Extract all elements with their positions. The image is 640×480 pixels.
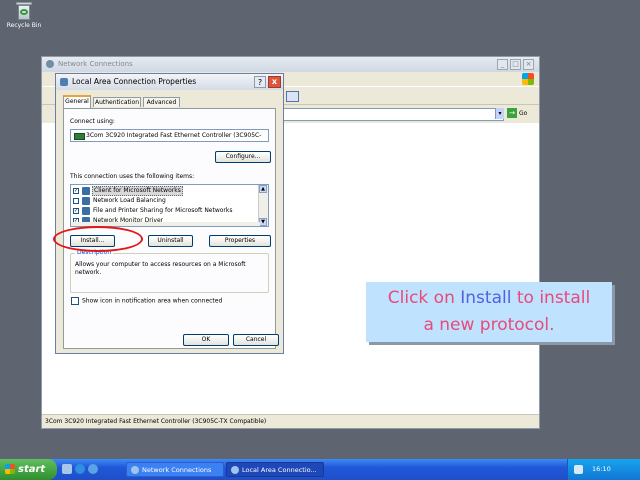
task-label: Local Area Connectio... — [242, 466, 317, 474]
connection-icon — [60, 78, 68, 86]
network-card-icon — [74, 133, 85, 140]
windows-logo-icon — [5, 464, 15, 474]
start-button[interactable]: start — [0, 459, 57, 480]
show-icon-checkbox[interactable] — [71, 297, 79, 305]
maximize-button[interactable]: □ — [510, 59, 521, 70]
uninstall-button[interactable]: Uninstall — [148, 235, 193, 247]
scroll-up-icon[interactable]: ▲ — [259, 185, 267, 193]
service-icon — [82, 197, 90, 205]
address-dropdown-icon[interactable]: ▾ — [495, 108, 504, 119]
components-list: ✓ Client for Microsoft Networks Network … — [70, 184, 269, 227]
callout-prefix: Click on — [387, 288, 461, 308]
install-highlight-ellipse — [53, 226, 143, 252]
description-text: Allows your computer to access resources… — [75, 261, 246, 276]
dialog-close-button[interactable]: x — [268, 76, 281, 88]
network-window-titlebar[interactable]: Network Connections _ □ × — [42, 57, 539, 72]
clock: 16:10 — [592, 465, 611, 473]
recycle-bin-label: Recycle Bin — [6, 22, 42, 29]
item-label: File and Printer Sharing for Microsoft N… — [93, 207, 233, 214]
taskbar: start Network Connections Local Area Con… — [0, 459, 640, 480]
address-input[interactable] — [277, 108, 504, 121]
configure-button[interactable]: Configure... — [215, 151, 271, 163]
network-window-title: Network Connections — [58, 60, 133, 68]
tab-authentication[interactable]: Authentication — [93, 97, 141, 107]
recycle-bin-icon — [16, 2, 32, 20]
client-icon — [82, 187, 90, 195]
scroll-down-icon[interactable]: ▼ — [259, 218, 267, 226]
dialog-title: Local Area Connection Properties — [72, 77, 197, 86]
item-checkbox[interactable] — [73, 198, 79, 204]
properties-button[interactable]: Properties — [209, 235, 271, 247]
callout-suffix: to install — [511, 288, 591, 308]
dialog-titlebar[interactable]: Local Area Connection Properties ? x — [56, 74, 283, 90]
go-arrow-icon: → — [507, 108, 517, 118]
internet-explorer-icon[interactable] — [75, 464, 85, 474]
start-label: start — [18, 464, 46, 475]
help-button[interactable]: ? — [254, 76, 266, 88]
connect-using-label: Connect using: — [70, 118, 115, 125]
media-player-icon[interactable] — [88, 464, 98, 474]
task-local-area-connection[interactable]: Local Area Connectio... — [226, 462, 324, 477]
instruction-callout: Click on Install to install a new protoc… — [366, 282, 612, 342]
service-icon — [82, 207, 90, 215]
adapter-field: 3Com 3C920 Integrated Fast Ethernet Cont… — [70, 129, 269, 142]
callout-line-2: a new protocol. — [423, 315, 555, 335]
description-group: Description Allows your computer to acce… — [70, 249, 269, 293]
network-tray-icon[interactable] — [574, 465, 583, 474]
callout-highlight: Install — [460, 288, 512, 308]
local-area-connection-properties-dialog: Local Area Connection Properties ? x Gen… — [55, 73, 284, 354]
go-button[interactable]: → Go — [507, 108, 527, 118]
item-checkbox[interactable]: ✓ — [73, 188, 79, 194]
views-icon[interactable] — [286, 91, 299, 102]
item-label: Network Load Balancing — [93, 197, 166, 204]
network-connections-icon — [46, 60, 54, 68]
callout-line-1: Click on Install to install — [366, 285, 612, 312]
show-icon-option[interactable]: Show icon in notification area when conn… — [71, 297, 222, 306]
list-vertical-scrollbar[interactable]: ▲ ▼ — [258, 185, 268, 226]
items-label: This connection uses the following items… — [70, 173, 195, 180]
system-tray: 16:10 — [567, 459, 640, 480]
item-checkbox[interactable]: ✓ — [73, 208, 79, 214]
connection-icon — [231, 466, 239, 474]
minimize-button[interactable]: _ — [497, 59, 508, 70]
show-icon-label: Show icon in notification area when conn… — [82, 297, 223, 305]
network-connections-icon — [131, 466, 139, 474]
adapter-name: 3Com 3C920 Integrated Fast Ethernet Cont… — [86, 132, 262, 139]
task-label: Network Connections — [142, 466, 212, 474]
tab-general[interactable]: General — [63, 95, 91, 108]
ok-button[interactable]: OK — [183, 334, 229, 346]
item-label: Client for Microsoft Networks — [92, 186, 183, 196]
cancel-button[interactable]: Cancel — [233, 334, 279, 346]
show-desktop-icon[interactable] — [62, 464, 72, 474]
tab-advanced[interactable]: Advanced — [143, 97, 180, 107]
windows-logo-icon — [522, 73, 534, 85]
go-label: Go — [519, 110, 528, 117]
task-network-connections[interactable]: Network Connections — [126, 462, 224, 477]
recycle-bin-desktop-icon[interactable]: Recycle Bin — [4, 2, 44, 29]
status-bar: 3Com 3C920 Integrated Fast Ethernet Cont… — [42, 414, 539, 428]
close-button[interactable]: × — [523, 59, 534, 70]
